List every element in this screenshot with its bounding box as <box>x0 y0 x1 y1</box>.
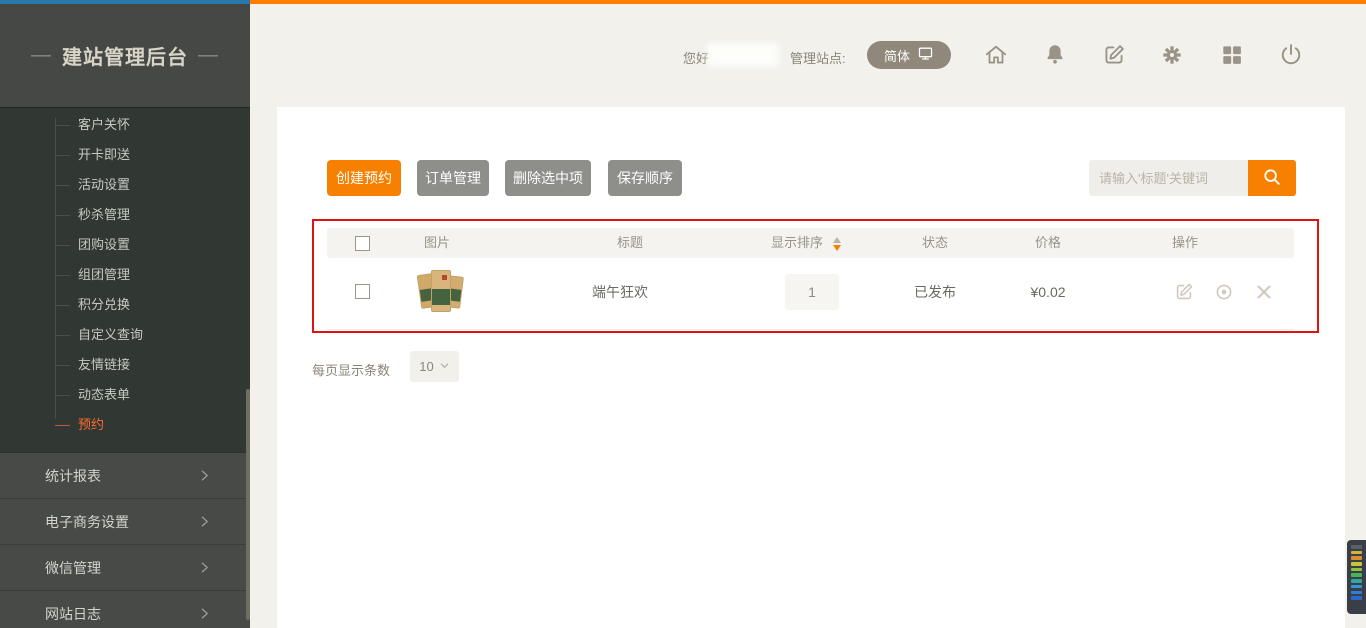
column-header-title: 标题 <box>617 228 643 258</box>
sidebar-section-site-logs[interactable]: 网站日志 <box>0 590 250 628</box>
search-icon <box>1261 166 1283 191</box>
admin-page: — 建站管理后台 — 客户关怀 开卡即送 活动设置 秒杀管理 团购设置 组团管理… <box>0 0 1366 628</box>
save-order-button[interactable]: 保存顺序 <box>608 160 682 196</box>
greeting-text: 您好 <box>683 48 709 67</box>
row-sort-input[interactable] <box>785 274 839 310</box>
site-label: 管理站点: <box>790 48 846 67</box>
widget-stripe <box>1351 596 1362 600</box>
chevron-right-icon <box>198 561 211 577</box>
column-header-image: 图片 <box>424 228 450 258</box>
select-all-checkbox[interactable] <box>355 236 370 251</box>
widget-stripe <box>1351 568 1362 572</box>
edit-icon[interactable] <box>1173 281 1195 303</box>
sort-toggle-icon[interactable] <box>833 237 842 251</box>
widget-stripe <box>1351 556 1362 560</box>
product-thumbnail <box>419 268 465 314</box>
page-size-value: 10 <box>419 359 433 374</box>
column-header-actions: 操作 <box>1172 228 1198 258</box>
section-label: 微信管理 <box>45 558 101 578</box>
sort-up-arrow <box>833 237 841 243</box>
sidebar-item-customer-care[interactable]: 客户关怀 <box>0 110 250 140</box>
search-button[interactable] <box>1248 160 1296 196</box>
delete-icon[interactable] <box>1253 281 1275 303</box>
widget-stripe <box>1351 579 1362 583</box>
browser-extension-widget[interactable] <box>1347 540 1366 614</box>
sidebar-item-reservation[interactable]: 预约 <box>0 410 250 440</box>
sidebar-item-flash-sale[interactable]: 秒杀管理 <box>0 200 250 230</box>
sidebar-item-group-buy[interactable]: 团购设置 <box>0 230 250 260</box>
row-checkbox[interactable] <box>355 284 370 299</box>
sidebar-section-ecommerce[interactable]: 电子商务设置 <box>0 498 250 544</box>
widget-stripe <box>1351 551 1362 555</box>
logo-dash-right: — <box>198 44 219 67</box>
apps-icon[interactable] <box>1219 42 1245 68</box>
compose-icon[interactable] <box>1101 42 1127 68</box>
row-title: 端午狂欢 <box>592 274 648 310</box>
sidebar-item-dynamic-forms[interactable]: 动态表单 <box>0 380 250 410</box>
page-size-label: 每页显示条数 <box>312 360 390 379</box>
sidebar-section-statistics[interactable]: 统计报表 <box>0 452 250 498</box>
order-manage-button[interactable]: 订单管理 <box>417 160 489 196</box>
username-blurred <box>707 43 779 67</box>
column-header-sort: 显示排序 <box>771 228 823 258</box>
sidebar-sections: 统计报表 电子商务设置 微信管理 网站日志 <box>0 452 250 628</box>
delete-selected-button[interactable]: 删除选中项 <box>505 160 591 196</box>
chevron-right-icon <box>198 469 211 485</box>
row-divider <box>327 329 1294 330</box>
sidebar-section-wechat[interactable]: 微信管理 <box>0 544 250 590</box>
topbar-orange-strip <box>250 0 1366 4</box>
sidebar-item-friend-links[interactable]: 友情链接 <box>0 350 250 380</box>
sidebar-item-card-gift[interactable]: 开卡即送 <box>0 140 250 170</box>
section-label: 电子商务设置 <box>45 512 129 532</box>
home-icon[interactable] <box>983 42 1009 68</box>
search-input[interactable] <box>1089 160 1248 196</box>
page-size-select[interactable]: 10 <box>410 351 459 382</box>
monitor-icon <box>917 45 934 65</box>
row-status: 已发布 <box>914 274 956 310</box>
widget-stripe <box>1351 562 1362 566</box>
power-icon[interactable] <box>1278 42 1304 68</box>
widget-stripe <box>1351 591 1362 595</box>
chevron-down-icon <box>439 359 450 374</box>
column-header-price: 价格 <box>1035 228 1061 258</box>
preview-icon[interactable] <box>1213 281 1235 303</box>
bell-icon[interactable] <box>1042 42 1068 68</box>
create-reservation-button[interactable]: 创建预约 <box>327 160 401 196</box>
widget-stripe <box>1351 585 1362 589</box>
sort-down-arrow <box>833 245 841 251</box>
column-header-status: 状态 <box>922 228 948 258</box>
chevron-right-icon <box>198 607 211 623</box>
sidebar-scrollbar-thumb[interactable] <box>246 389 250 620</box>
sidebar-submenu: 客户关怀 开卡即送 活动设置 秒杀管理 团购设置 组团管理 积分兑换 自定义查询… <box>0 107 250 452</box>
site-selector-button[interactable]: 简体 <box>867 41 951 69</box>
sidebar-item-activity-settings[interactable]: 活动设置 <box>0 170 250 200</box>
widget-stripe <box>1351 545 1362 549</box>
sidebar-item-points-exchange[interactable]: 积分兑换 <box>0 290 250 320</box>
widget-stripe <box>1351 573 1362 577</box>
sidebar-item-custom-query[interactable]: 自定义查询 <box>0 320 250 350</box>
row-price: ¥0.02 <box>1030 274 1065 310</box>
site-selector-label: 简体 <box>884 46 910 65</box>
app-title: 建站管理后台 <box>62 41 188 70</box>
section-label: 网站日志 <box>45 604 101 624</box>
sidebar: — 建站管理后台 — 客户关怀 开卡即送 活动设置 秒杀管理 团购设置 组团管理… <box>0 4 250 628</box>
sidebar-item-group-manage[interactable]: 组团管理 <box>0 260 250 290</box>
chevron-right-icon <box>198 515 211 531</box>
section-label: 统计报表 <box>45 466 101 486</box>
gear-icon[interactable] <box>1159 42 1185 68</box>
logo-dash-left: — <box>31 44 52 67</box>
app-logo: — 建站管理后台 — <box>0 4 250 107</box>
